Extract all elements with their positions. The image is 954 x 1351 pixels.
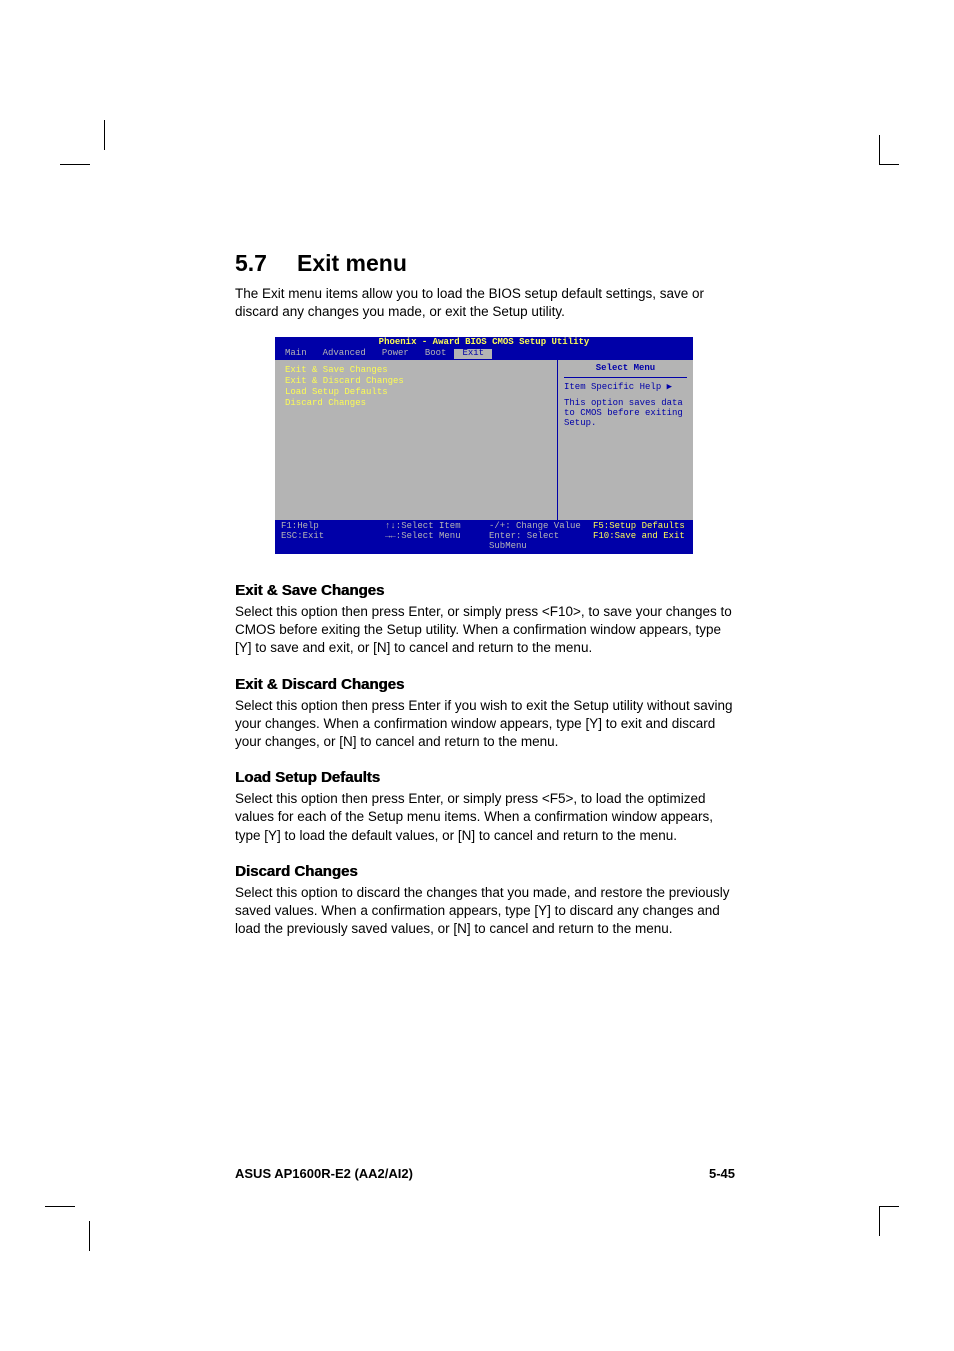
bios-tabs: Main Advanced Power Boot Exit — [275, 349, 693, 360]
bios-menu-item: Exit & Discard Changes — [285, 377, 547, 387]
bios-right-sub: Item Specific Help ▶ — [564, 383, 687, 393]
bios-tab-boot: Boot — [417, 349, 455, 359]
paragraph-discard-changes: Select this option to discard the change… — [235, 884, 735, 939]
bios-key-leftright: →←:Select Menu — [385, 532, 479, 542]
bios-key-esc: ESC:Exit — [281, 532, 375, 542]
footer-product: ASUS AP1600R-E2 (AA2/AI2) — [235, 1166, 413, 1181]
bios-menu-item: Load Setup Defaults — [285, 388, 547, 398]
bios-tab-advanced: Advanced — [315, 349, 374, 359]
page-footer: ASUS AP1600R-E2 (AA2/AI2) 5-45 — [235, 1166, 735, 1181]
bios-left-panel: Exit & Save Changes Exit & Discard Chang… — [275, 360, 558, 520]
subheading-discard-changes: Discard Changes — [235, 863, 735, 880]
bios-setup-screenshot: Phoenix - Award BIOS CMOS Setup Utility … — [275, 337, 693, 553]
subheading-exit-discard: Exit & Discard Changes — [235, 676, 735, 693]
section-title: 5.7 Exit menu — [235, 250, 735, 277]
bios-key-enter: Enter: Select SubMenu — [489, 532, 583, 552]
bios-tab-main: Main — [277, 349, 315, 359]
bios-right-title: Select Menu — [564, 364, 687, 378]
bios-footer: F1:Help ESC:Exit ↑↓:Select Item →←:Selec… — [275, 520, 693, 554]
page-content: 5.7 Exit menu The Exit menu items allow y… — [235, 250, 735, 957]
bios-menu-item: Exit & Save Changes — [285, 366, 547, 376]
intro-paragraph: The Exit menu items allow you to load th… — [235, 285, 735, 321]
bios-body: Exit & Save Changes Exit & Discard Chang… — [275, 360, 693, 520]
bios-tab-exit: Exit — [454, 349, 492, 359]
bios-right-panel: Select Menu Item Specific Help ▶ This op… — [558, 360, 693, 520]
bios-footer-col: F1:Help ESC:Exit — [281, 522, 375, 552]
bios-footer-col: -/+: Change Value Enter: Select SubMenu — [489, 522, 583, 552]
footer-page-number: 5-45 — [709, 1166, 735, 1181]
section-number: 5.7 — [235, 250, 267, 276]
bios-footer-col: F5:Setup Defaults F10:Save and Exit — [593, 522, 687, 552]
bios-key-f10: F10:Save and Exit — [593, 532, 687, 542]
crop-mark — [879, 1206, 899, 1236]
bios-menu-item: Discard Changes — [285, 399, 547, 409]
paragraph-exit-discard: Select this option then press Enter if y… — [235, 697, 735, 752]
bios-tab-power: Power — [374, 349, 417, 359]
paragraph-load-defaults: Select this option then press Enter, or … — [235, 790, 735, 845]
subheading-load-defaults: Load Setup Defaults — [235, 769, 735, 786]
crop-mark — [879, 135, 899, 165]
section-title-text: Exit menu — [297, 250, 407, 276]
crop-mark — [60, 1206, 90, 1236]
bios-footer-col: ↑↓:Select Item →←:Select Menu — [385, 522, 479, 552]
paragraph-exit-save: Select this option then press Enter, or … — [235, 603, 735, 658]
subheading-exit-save: Exit & Save Changes — [235, 582, 735, 599]
bios-help-text: This option saves data to CMOS before ex… — [564, 399, 687, 429]
crop-mark — [75, 135, 105, 165]
